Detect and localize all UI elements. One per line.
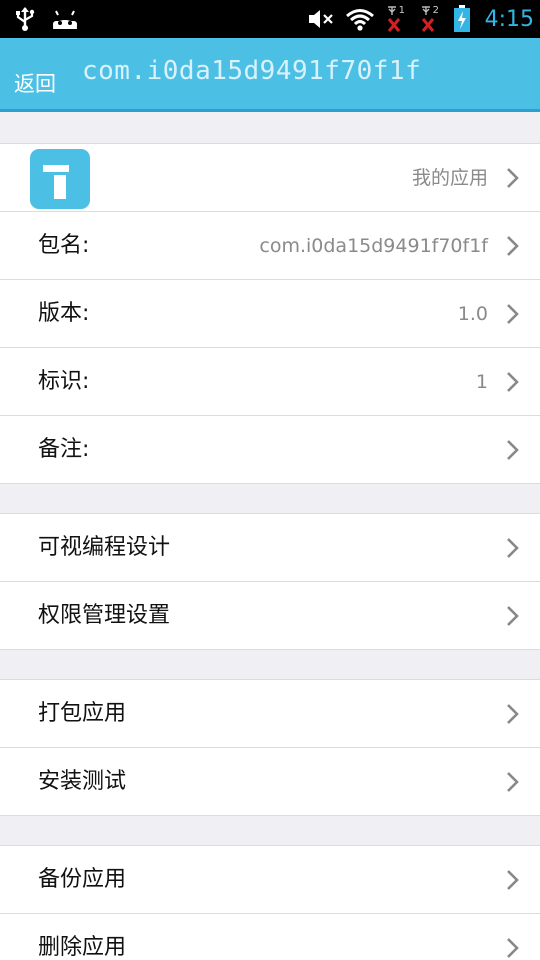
package-app-row[interactable]: 打包应用 [0,680,540,748]
back-button[interactable]: 返回 [14,68,56,98]
mute-icon [308,10,333,28]
notes-label: 备注: [38,437,90,462]
notes-row[interactable]: 备注: [0,416,540,484]
identifier-row[interactable]: 标识: 1 [0,348,540,416]
chevron-right-icon [507,938,519,958]
chevron-right-icon [507,870,519,890]
build-group: 打包应用 安装测试 [0,679,540,816]
sim-1-label: 1 [398,5,405,16]
chevron-right-icon [507,304,519,324]
signal-2-no-service-icon: 2 [419,4,443,34]
version-row[interactable]: 版本: 1.0 [0,280,540,348]
wifi-icon [345,9,374,31]
package-name-label: 包名: [38,233,90,258]
chevron-right-icon [507,772,519,792]
design-group: 可视编程设计 权限管理设置 [0,513,540,650]
chevron-right-icon [507,606,519,626]
app-info-group: 我的应用 包名: com.i0da15d9491f70f1f 版本: 1.0 标… [0,143,540,484]
package-name-value: com.i0da15d9491f70f1f [259,235,488,257]
page-title: com.i0da15d9491f70f1f [82,56,422,86]
backup-app-label: 备份应用 [38,867,127,892]
package-name-row[interactable]: 包名: com.i0da15d9491f70f1f [0,212,540,280]
android-icon [53,10,77,29]
identifier-value: 1 [475,371,488,393]
status-bar: 1 2 4:15 [0,0,540,38]
chevron-right-icon [507,704,519,724]
usb-icon [16,7,35,31]
chevron-right-icon [507,168,519,188]
visual-programming-row[interactable]: 可视编程设计 [0,514,540,582]
install-test-row[interactable]: 安装测试 [0,748,540,816]
signal-1-no-service-icon: 1 [385,4,409,34]
package-app-label: 打包应用 [38,701,127,726]
chevron-right-icon [507,440,519,460]
my-app-label: 我的应用 [411,167,488,189]
chevron-right-icon [507,538,519,558]
chevron-right-icon [507,236,519,256]
delete-app-row[interactable]: 删除应用 [0,914,540,960]
identifier-label: 标识: [38,369,90,394]
visual-programming-label: 可视编程设计 [38,535,171,560]
status-bar-right: 1 2 4:15 [307,0,534,38]
manage-group: 备份应用 删除应用 [0,845,540,960]
chevron-right-icon [507,372,519,392]
version-value: 1.0 [457,303,488,325]
title-bar: 返回 com.i0da15d9491f70f1f [0,38,540,112]
clock: 4:15 [484,6,534,32]
version-label: 版本: [38,301,90,326]
status-bar-left [14,0,80,38]
backup-app-row[interactable]: 备份应用 [0,846,540,914]
install-test-label: 安装测试 [38,769,127,794]
delete-app-label: 删除应用 [38,935,127,960]
permission-settings-label: 权限管理设置 [38,603,171,628]
permission-settings-row[interactable]: 权限管理设置 [0,582,540,650]
battery-charging-icon [453,5,470,32]
my-app-row[interactable]: 我的应用 [0,144,540,212]
sim-2-label: 2 [432,5,439,16]
app-icon [30,149,90,209]
